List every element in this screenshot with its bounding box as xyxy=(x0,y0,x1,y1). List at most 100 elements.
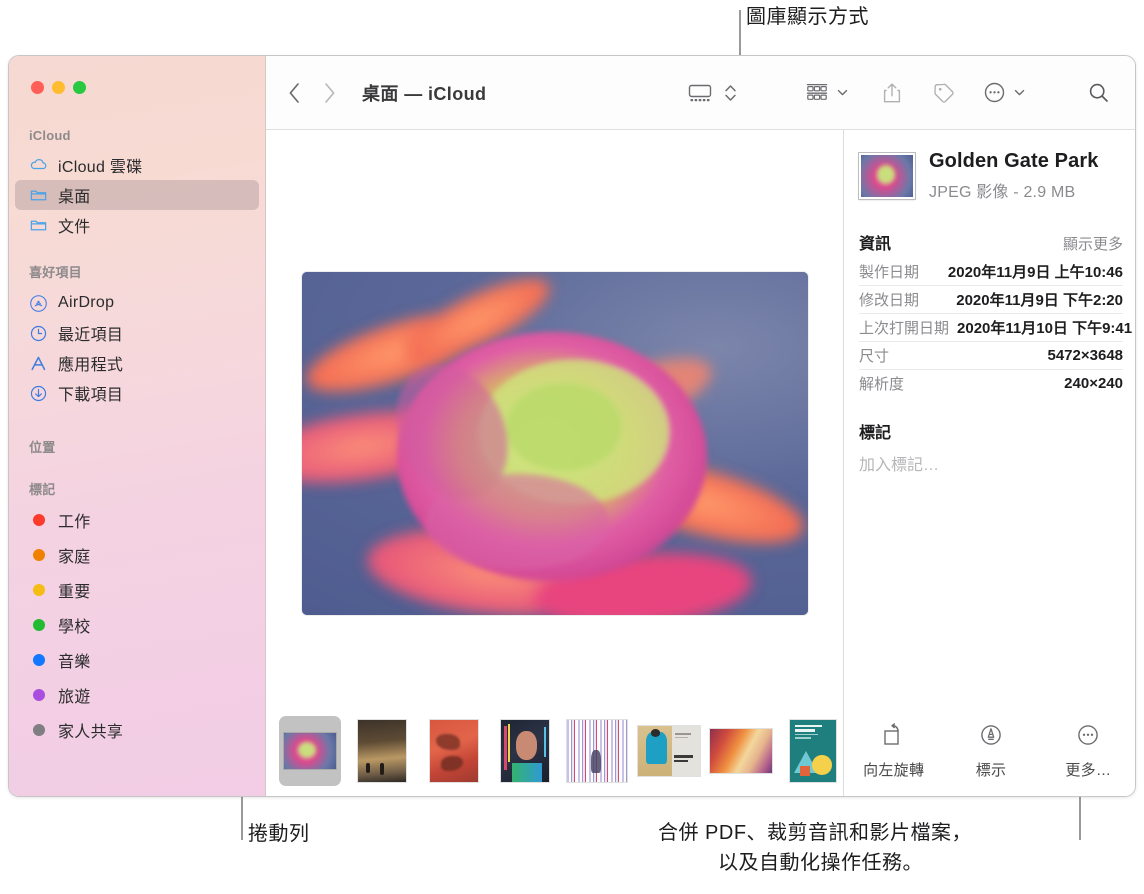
sidebar-section-tags-header: 標記 xyxy=(29,482,56,497)
filmstrip-item-marketing-plan[interactable] xyxy=(782,716,844,786)
sidebar-item-documents[interactable]: 文件 xyxy=(15,210,259,240)
sidebar-item-tag-work[interactable]: 工作 xyxy=(15,502,259,537)
info-row: 尺寸 5472×3648 xyxy=(859,341,1123,369)
add-tags-field[interactable]: 加入標記… xyxy=(859,451,1123,475)
group-by-icon[interactable] xyxy=(805,82,829,104)
tag-button[interactable] xyxy=(932,81,956,105)
file-name: Golden Gate Park xyxy=(929,150,1099,172)
folder-icon xyxy=(29,216,48,235)
folder-icon xyxy=(29,186,48,205)
callout-gallery-view: 圖庫顯示方式 xyxy=(746,6,869,28)
filmstrip-item-louisa-harris[interactable] xyxy=(638,716,701,786)
file-header: Golden Gate Park JPEG 影像 - 2.9 MB xyxy=(859,150,1123,202)
rotate-left-label: 向左旋轉 xyxy=(863,761,925,779)
search-button[interactable] xyxy=(1087,81,1111,105)
sidebar-item-applications[interactable]: 應用程式 xyxy=(15,348,259,378)
sidebar-item-recents[interactable]: 最近項目 xyxy=(15,318,259,348)
tag-dot-icon xyxy=(29,510,48,529)
sidebar-item-tag-family-sharing[interactable]: 家人共享 xyxy=(15,712,259,747)
filmstrip-item-forest-road[interactable] xyxy=(351,716,413,786)
sidebar-item-label: 應用程式 xyxy=(58,357,124,374)
info-row-key: 解析度 xyxy=(859,376,905,393)
markup-action[interactable]: 標示 xyxy=(942,723,1039,780)
show-more-link[interactable]: 顯示更多 xyxy=(1063,233,1123,254)
info-row-value: 240×240 xyxy=(1064,375,1123,392)
more-actions-control[interactable] xyxy=(983,81,1025,104)
file-meta: JPEG 影像 - 2.9 MB xyxy=(929,184,1076,201)
markup-label: 標示 xyxy=(975,761,1007,779)
updown-chevron-icon[interactable] xyxy=(724,81,737,105)
more-circle-icon xyxy=(1076,723,1100,752)
clock-icon xyxy=(29,324,48,343)
more-circle-icon[interactable] xyxy=(983,81,1006,104)
filmstrip-item-gradient[interactable] xyxy=(710,716,773,786)
tag-dot-icon xyxy=(29,580,48,599)
sidebar-item-downloads[interactable]: 下載項目 xyxy=(15,378,259,408)
tag-dot-icon xyxy=(29,685,48,704)
applications-icon xyxy=(29,354,48,373)
filmstrip-item-flower[interactable] xyxy=(279,716,341,786)
zoom-button[interactable] xyxy=(73,81,86,94)
sidebar-item-label: 家庭 xyxy=(58,548,91,566)
info-row-key: 製作日期 xyxy=(859,263,920,281)
sidebar-item-desktop[interactable]: 桌面 xyxy=(15,180,259,210)
window-controls xyxy=(31,81,86,94)
sidebar-item-icloud-drive[interactable]: iCloud 雲碟 xyxy=(15,150,259,180)
chevron-down-icon[interactable] xyxy=(837,87,848,98)
info-row: 上次打開日期 2020年11月10日 下午9:41 xyxy=(859,313,1132,341)
more-action[interactable]: 更多… xyxy=(1040,723,1135,780)
sidebar-item-tag-school[interactable]: 學校 xyxy=(15,607,259,642)
finder-window: iCloud iCloud 雲碟 桌面 文件 喜好項目 AirDrop 最近項目… xyxy=(8,55,1136,797)
sidebar-item-label: 下載項目 xyxy=(58,387,124,404)
sidebar-item-airdrop[interactable]: AirDrop xyxy=(15,288,259,318)
minimize-button[interactable] xyxy=(52,81,65,94)
info-row: 修改日期 2020年11月9日 下午2:20 xyxy=(859,285,1123,313)
sidebar-section-favorites-header: 喜好項目 xyxy=(29,265,82,280)
back-button[interactable] xyxy=(288,82,301,104)
sidebar-item-tag-travel[interactable]: 旅遊 xyxy=(15,677,259,712)
preview-pane xyxy=(266,130,844,757)
filmstrip-item-stripes[interactable] xyxy=(566,716,628,786)
toolbar: 桌面 — iCloud xyxy=(266,56,1135,130)
info-section-header: 資訊 顯示更多 xyxy=(859,230,1123,254)
sidebar-item-label: 家人共享 xyxy=(58,723,124,741)
gallery-view-icon[interactable] xyxy=(687,82,713,104)
tag-dot-icon xyxy=(29,650,48,669)
sidebar-item-label: 重要 xyxy=(58,583,91,601)
info-rows: 製作日期 2020年11月9日 上午10:46 修改日期 2020年11月9日 … xyxy=(859,257,1132,397)
filmstrip-item-red-hands[interactable] xyxy=(423,716,485,786)
info-row: 製作日期 2020年11月9日 上午10:46 xyxy=(859,257,1123,285)
sidebar-item-label: 最近項目 xyxy=(58,327,124,344)
rotate-left-action[interactable]: 向左旋轉 xyxy=(845,722,942,780)
view-mode-control[interactable] xyxy=(687,81,737,105)
tag-dot-icon xyxy=(29,615,48,634)
info-row-value: 2020年11月9日 上午10:46 xyxy=(947,263,1123,281)
info-section-title: 資訊 xyxy=(859,236,892,253)
sidebar-item-tag-important[interactable]: 重要 xyxy=(15,572,259,607)
info-row-key: 上次打開日期 xyxy=(859,320,950,337)
preview-image-petals xyxy=(301,278,804,615)
info-row: 解析度 240×240 xyxy=(859,369,1123,397)
info-row-value: 5472×3648 xyxy=(1047,347,1124,364)
downloads-icon xyxy=(29,384,48,403)
file-thumbnail xyxy=(859,153,915,199)
content-area: Golden Gate Park JPEG 影像 - 2.9 MB 資訊 顯示更… xyxy=(266,130,1135,796)
info-row-value: 2020年11月10日 下午9:41 xyxy=(957,320,1133,337)
filmstrip-item-portrait-neon[interactable] xyxy=(494,716,556,786)
share-button[interactable] xyxy=(881,81,903,105)
sidebar-section-locations-header: 位置 xyxy=(29,440,56,455)
sidebar-item-label: 工作 xyxy=(58,513,91,531)
sidebar-item-tag-music[interactable]: 音樂 xyxy=(15,642,259,677)
sidebar-item-tag-home[interactable]: 家庭 xyxy=(15,537,259,572)
filmstrip[interactable] xyxy=(266,716,844,796)
tag-dot-icon xyxy=(29,545,48,564)
tags-section-title: 標記 xyxy=(859,425,892,442)
navigation-buttons xyxy=(288,82,336,104)
close-button[interactable] xyxy=(31,81,44,94)
callout-more-actions-line1: 合併 PDF、裁剪音訊和影片檔案， xyxy=(658,822,973,844)
sidebar-item-label: AirDrop xyxy=(58,294,115,311)
group-by-control[interactable] xyxy=(805,82,848,104)
chevron-down-icon[interactable] xyxy=(1014,87,1025,98)
forward-button[interactable] xyxy=(323,82,336,104)
info-row-value: 2020年11月9日 下午2:20 xyxy=(956,292,1123,309)
